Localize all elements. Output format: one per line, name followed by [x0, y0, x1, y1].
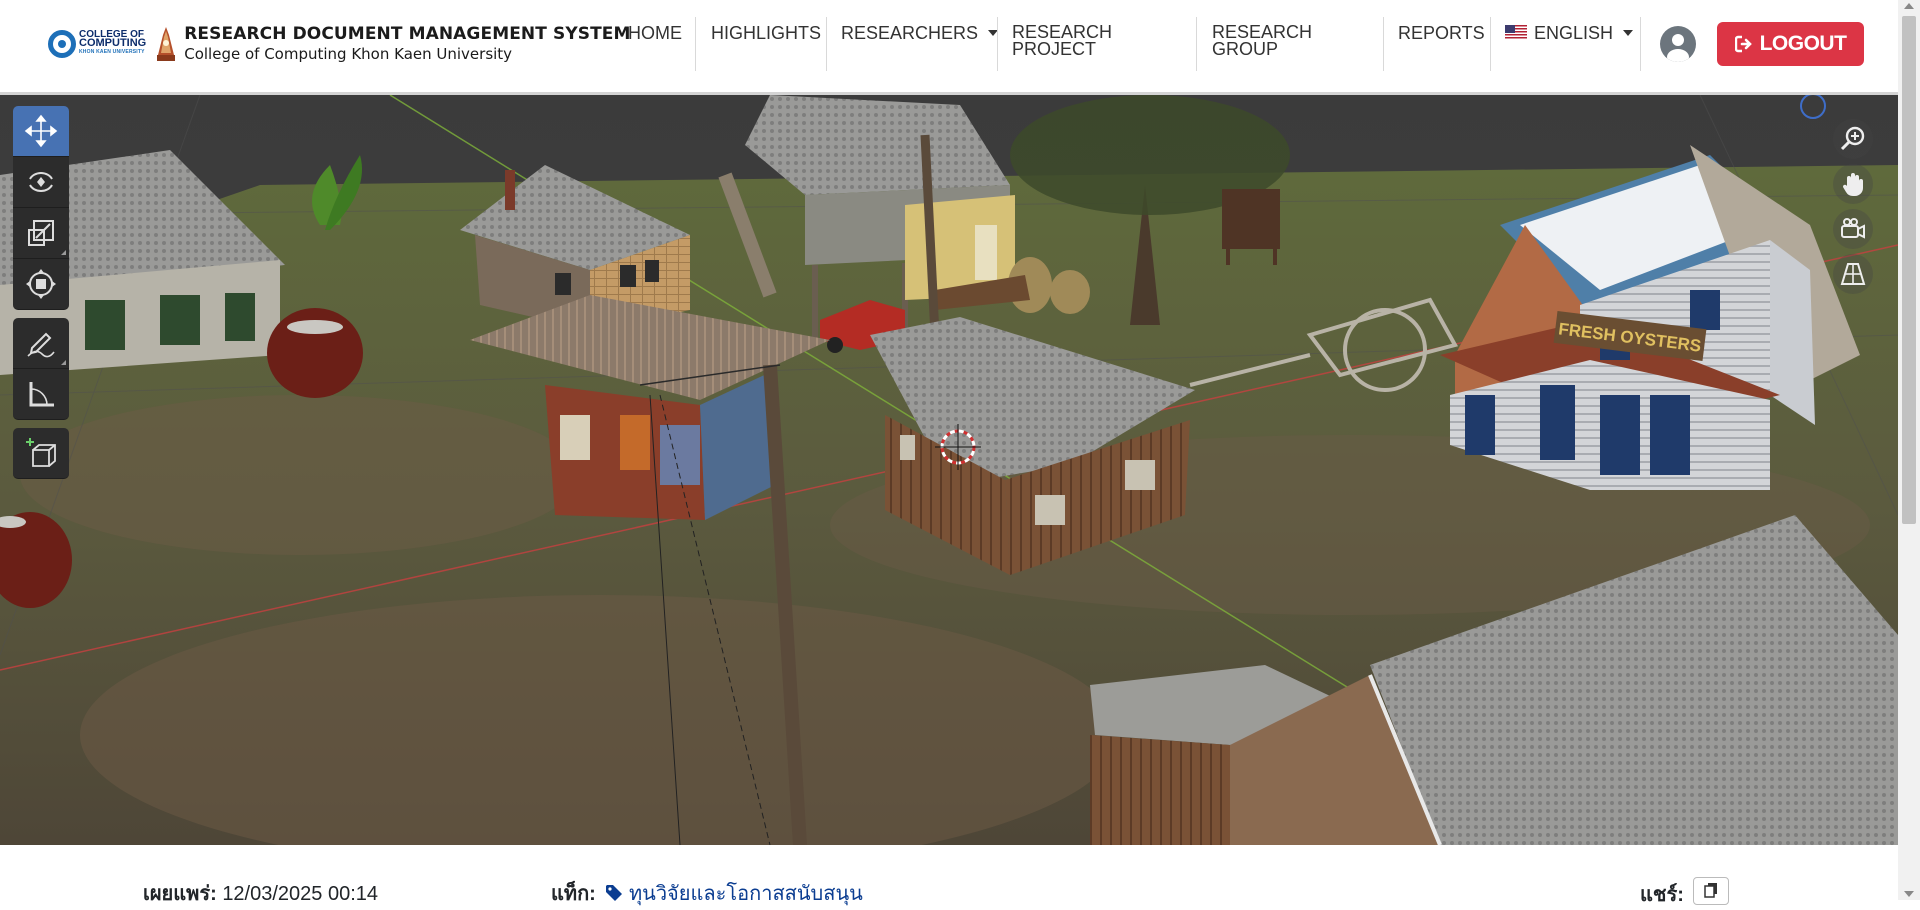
nav-researchers-dropdown[interactable]: RESEARCHERS [841, 23, 999, 43]
scroll-down-arrow-icon[interactable] [1904, 891, 1914, 897]
nav-divider [1383, 17, 1384, 71]
pan-button[interactable] [1833, 164, 1873, 204]
rotate-tool-button[interactable] [13, 157, 69, 208]
hand-icon [1842, 173, 1863, 197]
nav-home[interactable]: HOME [628, 24, 682, 42]
village-scene-render[interactable]: FRESH OYSTERS [0, 95, 1898, 845]
rotate-icon [29, 172, 53, 192]
scrollbar-thumb[interactable] [1902, 16, 1916, 524]
user-icon [1667, 34, 1689, 62]
top-navbar: COLLEGE OF COMPUTING KHON KAEN UNIVERSIT… [0, 0, 1898, 95]
move-tool-button[interactable] [13, 106, 69, 157]
add-cube-icon [26, 438, 56, 467]
brand[interactable]: COLLEGE OF COMPUTING KHON KAEN UNIVERSIT… [48, 24, 631, 63]
copy-icon [1704, 883, 1718, 898]
published-label: เผยแพร่: [143, 883, 217, 905]
nav-research-group-line2: GROUP [1212, 39, 1279, 59]
tag-icon [606, 885, 623, 901]
tags-label: แท็ก: [551, 883, 596, 905]
nav-divider [1640, 17, 1641, 71]
nav-research-project-line2: PROJECT [1012, 39, 1097, 59]
3d-model-viewer[interactable]: FRESH OYSTERS [0, 95, 1898, 845]
language-selector[interactable]: ENGLISH [1505, 23, 1634, 43]
nav-divider [826, 17, 827, 71]
college-of-computing-logo: COLLEGE OF COMPUTING KHON KAEN UNIVERSIT… [48, 29, 147, 58]
scale-icon [28, 220, 54, 246]
nav-divider [1490, 17, 1491, 71]
nav-research-project[interactable]: RESEARCH PROJECT [1012, 23, 1112, 59]
ruler-icon [29, 382, 54, 407]
nav-researchers-label: RESEARCHERS [841, 23, 979, 43]
share-label: แชร์: [1640, 884, 1684, 906]
camera-button[interactable] [1833, 209, 1873, 249]
site-title: RESEARCH DOCUMENT MANAGEMENT SYSTEM [184, 24, 631, 44]
transform-icon [26, 269, 56, 299]
tag-link[interactable]: ทุนวิจัยและโอกาสสนับสนุน [629, 883, 863, 905]
tags: แท็ก: ทุนวิจัยและโอกาสสนับสนุน [551, 877, 863, 909]
us-flag-icon [1505, 25, 1527, 40]
nav-divider [997, 17, 998, 71]
logo-line3: KHON KAEN UNIVERSITY [79, 49, 145, 55]
logout-button[interactable]: LOGOUT [1717, 22, 1864, 66]
language-label: ENGLISH [1534, 23, 1614, 43]
viewport-navigation-gizmo [1833, 119, 1873, 299]
chevron-down-icon [1623, 30, 1634, 36]
move-arrows-icon [24, 114, 58, 148]
share: แชร์: [1640, 877, 1730, 910]
logo-line2: COMPUTING [79, 37, 147, 49]
add-cube-tool-button[interactable] [13, 428, 69, 479]
viewer-tool-panel [13, 106, 69, 479]
scale-tool-button[interactable] [13, 208, 69, 259]
perspective-toggle-button[interactable] [1833, 254, 1873, 294]
user-avatar[interactable] [1660, 26, 1696, 62]
page-scrollbar[interactable] [1898, 0, 1920, 900]
perspective-grid-icon [1840, 263, 1866, 285]
nav-divider [695, 17, 696, 71]
annotate-tool-button[interactable] [13, 318, 69, 369]
zoom-button[interactable] [1833, 119, 1873, 159]
site-subtitle: College of Computing Khon Kaen Universit… [184, 45, 513, 63]
copy-link-button[interactable] [1693, 877, 1730, 905]
publish-date: เผยแพร่: 12/03/2025 00:14 [143, 877, 378, 909]
nav-highlights[interactable]: HIGHLIGHTS [711, 24, 821, 42]
kku-emblem-icon [157, 26, 176, 61]
nav-research-group[interactable]: RESEARCH GROUP [1212, 23, 1312, 59]
pencil-icon [27, 332, 55, 358]
nav-divider [1196, 17, 1197, 71]
scroll-up-arrow-icon[interactable] [1904, 3, 1914, 9]
sign-out-icon [1734, 35, 1752, 53]
zoom-icon [1840, 126, 1865, 151]
measure-tool-button[interactable] [13, 369, 69, 420]
nav-reports[interactable]: REPORTS [1398, 24, 1485, 42]
camera-icon [1841, 218, 1865, 239]
transform-tool-button[interactable] [13, 259, 69, 310]
logout-label: LOGOUT [1759, 32, 1847, 55]
published-value: 12/03/2025 00:14 [222, 883, 379, 905]
